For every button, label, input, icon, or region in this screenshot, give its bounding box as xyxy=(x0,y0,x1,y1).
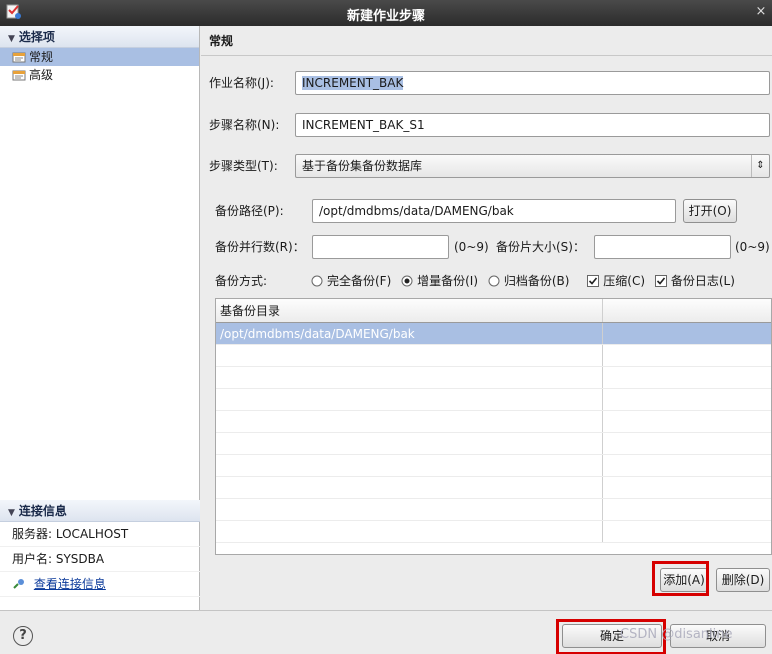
connection-icon xyxy=(13,579,24,589)
job-name-label: 作业名称(J): xyxy=(209,76,274,90)
backup-path-input[interactable]: /opt/dmdbms/data/DAMENG/bak xyxy=(312,199,676,223)
column-header-base-dir[interactable]: 基备份目录 xyxy=(216,299,603,322)
collapse-icon[interactable]: ▼ xyxy=(8,28,15,50)
watermark: CSDN @disanline xyxy=(620,627,733,642)
table-cell xyxy=(216,367,603,388)
page-icon xyxy=(12,70,26,81)
table-cell xyxy=(603,477,771,498)
table-row[interactable]: /opt/dmdbms/data/DAMENG/bak xyxy=(216,323,771,345)
parallel-input[interactable] xyxy=(312,235,449,259)
table-cell xyxy=(216,455,603,476)
table-row[interactable] xyxy=(216,433,771,455)
nav-item-general[interactable]: 常规 xyxy=(0,48,199,66)
window-title: 新建作业步骤 xyxy=(346,9,425,24)
radio-label: 归档备份(B) xyxy=(503,274,570,288)
backup-path-label: 备份路径(P): xyxy=(215,204,284,218)
table-cell xyxy=(216,411,603,432)
view-connection-link[interactable]: 查看连接信息 xyxy=(34,577,106,591)
radio-checked-icon xyxy=(401,275,413,287)
left-panel: ▼ 选择项 常规 高级 ▼ 连接信息 服务器: LOCALHOST 用户名: SYS… xyxy=(0,26,200,610)
job-name-value: INCREMENT_BAK xyxy=(302,76,404,90)
column-header-empty xyxy=(603,299,771,322)
page-icon xyxy=(12,52,26,63)
table-cell xyxy=(216,477,603,498)
table-cell: /opt/dmdbms/data/DAMENG/bak xyxy=(216,323,603,344)
open-button[interactable]: 打开(O) xyxy=(683,199,737,223)
section-title: 常规 xyxy=(201,26,772,56)
delete-button[interactable]: 删除(D) xyxy=(716,568,770,592)
table-row[interactable] xyxy=(216,477,771,499)
table-cell xyxy=(603,345,771,366)
radio-archive-backup[interactable]: 归档备份(B) xyxy=(488,274,573,288)
table-row[interactable] xyxy=(216,367,771,389)
close-icon[interactable]: × xyxy=(754,4,768,20)
table-cell xyxy=(603,433,771,454)
checkbox-backup-log[interactable]: 备份日志(L) xyxy=(654,274,735,288)
table-cell xyxy=(603,499,771,520)
table-cell xyxy=(216,433,603,454)
table-cell xyxy=(603,455,771,476)
piece-size-range: (0~9) xyxy=(735,240,770,254)
table-cell xyxy=(603,367,771,388)
step-type-label: 步骤类型(T): xyxy=(209,159,278,173)
dropdown-icon: ⇕ xyxy=(751,155,769,177)
step-name-input[interactable]: INCREMENT_BAK_S1 xyxy=(295,113,770,137)
parallel-label: 备份并行数(R)： xyxy=(215,240,305,254)
table-header: 基备份目录 xyxy=(216,299,771,323)
user-info: 用户名: SYSDBA xyxy=(0,547,200,572)
table-row[interactable] xyxy=(216,389,771,411)
checkbox-checked-icon xyxy=(587,275,600,287)
radio-incremental-backup[interactable]: 增量备份(I) xyxy=(401,274,482,288)
nav-item-label: 高级 xyxy=(29,68,54,82)
step-type-select[interactable]: 基于备份集备份数据库 ⇕ xyxy=(295,154,770,178)
checkbox-label: 压缩(C) xyxy=(603,274,646,288)
nav-item-label: 常规 xyxy=(29,50,54,64)
table-cell xyxy=(216,521,603,542)
radio-label: 完全备份(F) xyxy=(327,274,392,288)
options-header-label: 选择项 xyxy=(18,30,55,44)
checkbox-checked-icon xyxy=(654,275,667,287)
connection-section: ▼ 连接信息 服务器: LOCALHOST 用户名: SYSDBA 查看连接信息 xyxy=(0,500,200,597)
piece-size-input[interactable] xyxy=(594,235,731,259)
checkbox-compress[interactable]: 压缩(C) xyxy=(587,274,649,288)
piece-size-label: 备份片大小(S)： xyxy=(496,240,585,254)
table-row[interactable] xyxy=(216,521,771,543)
radio-full-backup[interactable]: 完全备份(F) xyxy=(311,274,395,288)
table-cell xyxy=(603,389,771,410)
connection-header[interactable]: ▼ 连接信息 xyxy=(0,500,200,522)
collapse-icon[interactable]: ▼ xyxy=(8,502,15,524)
radio-empty-icon xyxy=(311,275,323,287)
step-type-value: 基于备份集备份数据库 xyxy=(302,159,423,173)
nav-item-advanced[interactable]: 高级 xyxy=(0,66,199,84)
backup-mode-options: 完全备份(F) 增量备份(I) 归档备份(B) 压缩(C) 备份日志(L) xyxy=(311,272,741,290)
table-cell xyxy=(603,411,771,432)
table-cell xyxy=(216,499,603,520)
table-row[interactable] xyxy=(216,499,771,521)
table-row[interactable] xyxy=(216,455,771,477)
radio-label: 增量备份(I) xyxy=(417,274,479,288)
backup-mode-label: 备份方式: xyxy=(215,274,268,288)
server-info: 服务器: LOCALHOST xyxy=(0,522,200,547)
table-cell xyxy=(216,389,603,410)
step-name-label: 步骤名称(N): xyxy=(209,118,280,132)
checkbox-label: 备份日志(L) xyxy=(670,274,735,288)
table-row[interactable] xyxy=(216,345,771,367)
right-panel: 常规 作业名称(J): INCREMENT_BAK 步骤名称(N): INCRE… xyxy=(201,26,772,610)
job-name-input[interactable]: INCREMENT_BAK xyxy=(295,71,770,95)
connection-header-label: 连接信息 xyxy=(18,504,67,518)
table-cell xyxy=(216,345,603,366)
add-button[interactable]: 添加(A) xyxy=(660,568,708,592)
table-row[interactable] xyxy=(216,411,771,433)
radio-empty-icon xyxy=(488,275,500,287)
table-cell xyxy=(603,323,771,344)
help-icon[interactable]: ? xyxy=(13,626,33,646)
options-header[interactable]: ▼ 选择项 xyxy=(0,26,199,48)
parallel-range: (0~9) xyxy=(454,240,489,254)
base-backup-table: 基备份目录 /opt/dmdbms/data/DAMENG/bak xyxy=(215,298,772,555)
table-cell xyxy=(603,521,771,542)
title-bar: 新建作业步骤 × xyxy=(0,0,772,26)
view-connection-row: 查看连接信息 xyxy=(0,572,200,597)
